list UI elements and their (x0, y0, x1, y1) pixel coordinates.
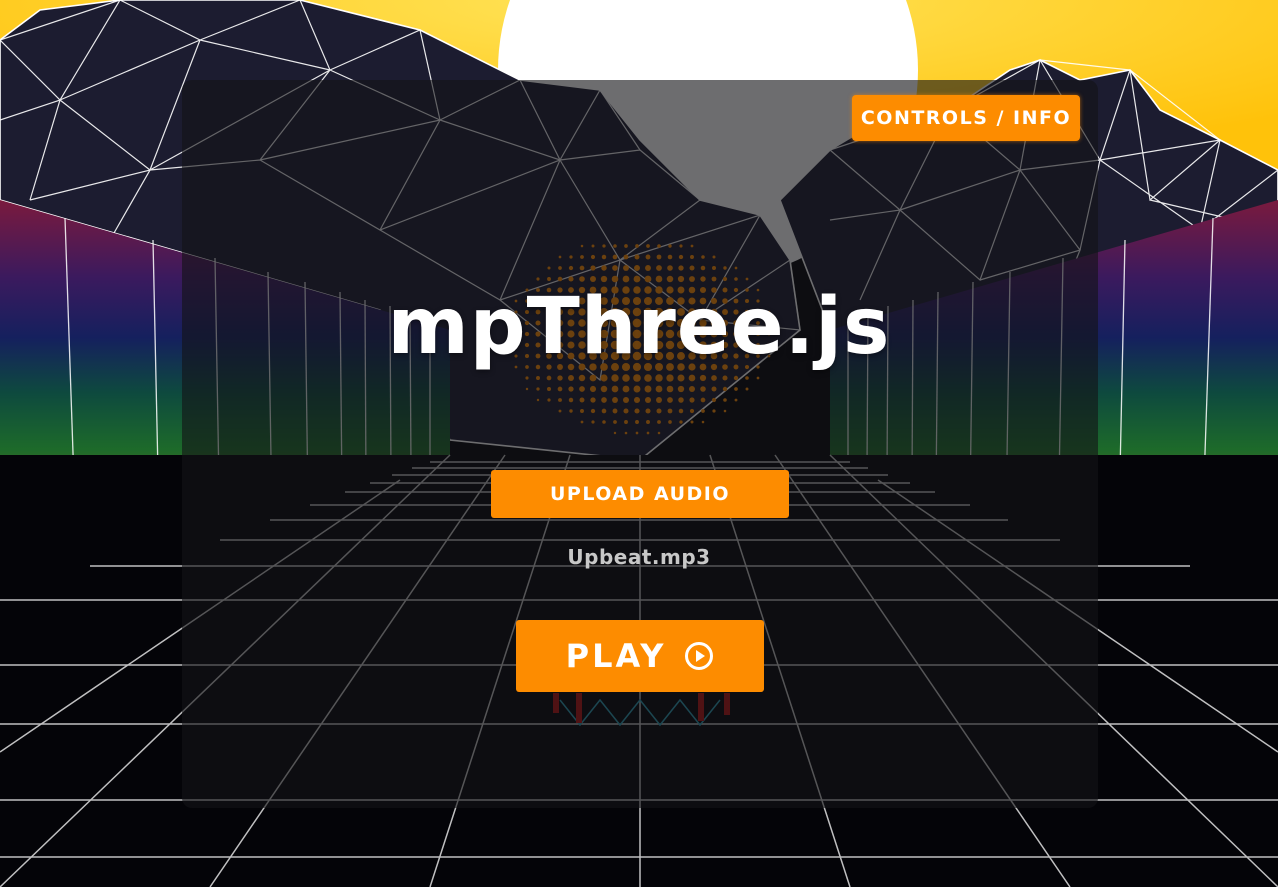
play-label: PLAY (565, 637, 667, 675)
controls-info-button[interactable]: CONTROLS / INFO (852, 95, 1080, 141)
audio-filename: Upbeat.mp3 (567, 545, 711, 569)
play-circle-icon (684, 641, 714, 671)
upload-audio-button[interactable]: UPLOAD AUDIO (491, 470, 789, 518)
app-title: mpThree.js (387, 282, 891, 372)
menu-overlay-panel (182, 80, 1098, 808)
play-button[interactable]: PLAY (516, 620, 764, 692)
